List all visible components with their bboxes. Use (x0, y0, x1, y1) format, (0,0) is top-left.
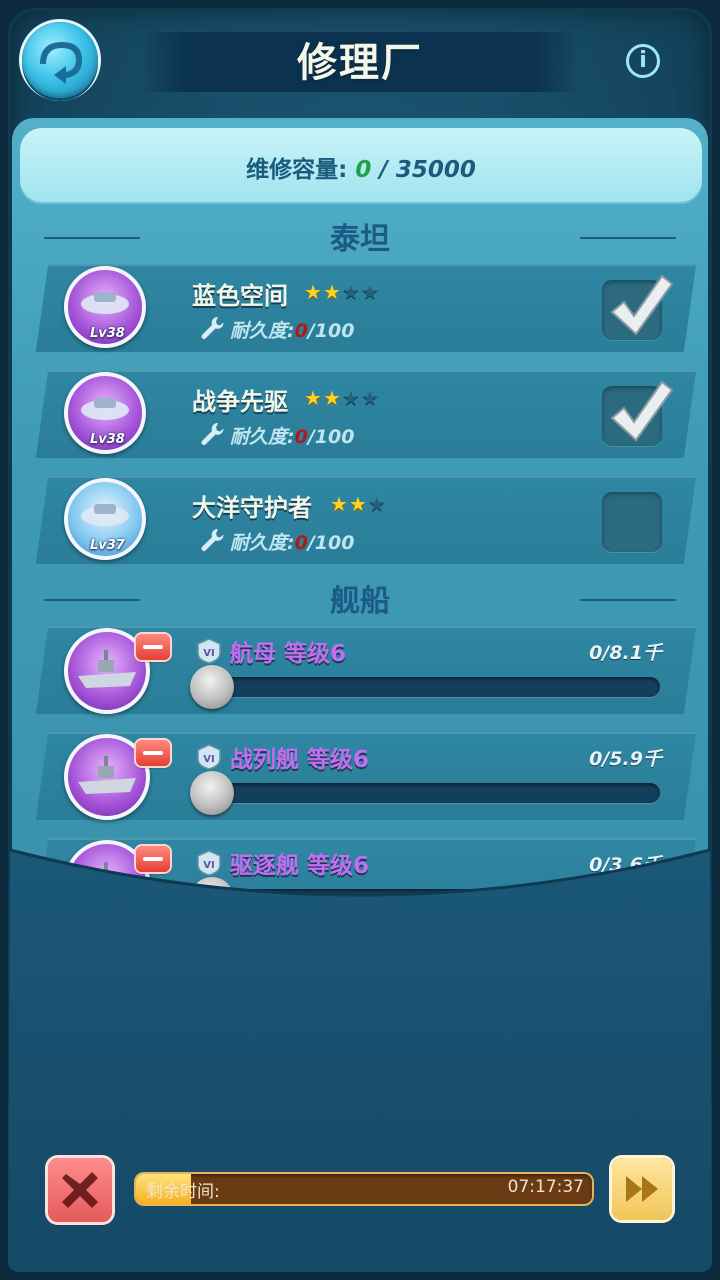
ship-name: 航母 等级6 (230, 641, 347, 667)
ship-slider-handle[interactable] (190, 665, 234, 709)
titan-level: Lv38 (90, 432, 125, 447)
durability-label: 耐久度: (230, 320, 295, 342)
section-ships-heading: 舰船 (330, 584, 390, 619)
info-button[interactable]: i (626, 44, 660, 78)
durability-max: /100 (307, 320, 355, 342)
star-icon: ★ (330, 492, 349, 516)
capacity-box: 维修容量: 0 / 35000 (20, 128, 702, 204)
titan-stars: ★★★★ (304, 386, 380, 410)
warship-icon (78, 650, 136, 688)
titan-checkbox[interactable] (602, 380, 674, 446)
star-icon: ★ (304, 386, 323, 410)
remaining-time-bar: 剩余时间: 07:17:37 (136, 1174, 592, 1204)
titan-level: Lv37 (90, 538, 125, 553)
ship-count: 0/5.9千 (572, 744, 662, 771)
ship-count-max: /8.1千 (602, 642, 662, 664)
ship-quantity-slider[interactable] (194, 677, 660, 697)
speed-up-button[interactable] (612, 1158, 672, 1220)
titan-checkbox[interactable] (602, 274, 674, 340)
rank-badge-icon: VI (197, 638, 221, 664)
titan-avatar: Lv38 (64, 266, 146, 348)
ship-name: 战列舰 等级6 (230, 747, 370, 773)
rank-badge-icon: VI (197, 744, 221, 770)
close-icon (62, 1172, 98, 1208)
durability-current: 0 (294, 532, 308, 554)
fast-forward-icon (626, 1176, 658, 1202)
titan-name: 蓝色空间 (192, 282, 288, 310)
durability-max: /100 (307, 532, 355, 554)
wrench-icon (201, 316, 224, 339)
wrench-icon (201, 422, 224, 445)
section-divider (580, 599, 676, 601)
titan-stars: ★★★ (330, 492, 387, 516)
durability-current: 0 (294, 426, 308, 448)
ship-count-current: 0 (589, 748, 603, 770)
checkmark-icon (610, 380, 674, 442)
durability-max: /100 (307, 426, 355, 448)
capacity-separator: / (371, 157, 396, 183)
warship-icon (78, 756, 136, 794)
durability: 耐久度:0/100 (230, 528, 354, 555)
capacity-max: 35000 (395, 157, 476, 183)
capacity-current: 0 (355, 157, 372, 183)
section-titans-heading: 泰坦 (330, 222, 390, 257)
svg-text:VI: VI (203, 754, 214, 765)
star-icon: ★ (348, 492, 368, 516)
titan-name: 大洋守护者 (192, 494, 312, 522)
cancel-repair-button[interactable] (48, 1158, 112, 1222)
star-icon: ★ (341, 280, 361, 304)
page-title: 修理厂 (297, 40, 423, 86)
titan-checkbox[interactable] (602, 492, 662, 552)
titan-level: Lv38 (90, 326, 125, 341)
remove-ship-button[interactable] (136, 740, 170, 766)
star-icon: ★ (360, 280, 380, 304)
durability-label: 耐久度: (230, 532, 295, 554)
durability: 耐久度:0/100 (230, 316, 354, 343)
wrench-icon (201, 528, 224, 551)
ship-count-current: 0 (589, 642, 603, 664)
checkmark-icon (610, 274, 674, 336)
remove-ship-button[interactable] (136, 634, 170, 660)
star-icon: ★ (304, 280, 323, 304)
capacity-label: 维修容量: (246, 157, 348, 183)
durability-current: 0 (294, 320, 308, 342)
titan-avatar: Lv38 (64, 372, 146, 454)
titan-avatar: Lv37 (64, 478, 146, 560)
remaining-time-label: 剩余时间: (146, 1182, 220, 1202)
star-icon: ★ (360, 386, 380, 410)
ship-count-max: /5.9千 (602, 748, 662, 770)
durability-label: 耐久度: (230, 426, 295, 448)
repair-panel: 维修容量: 0 / 35000 泰坦 Lv38 蓝色空间 ★★★★ 耐久度:0/… (12, 118, 708, 918)
durability: 耐久度:0/100 (230, 422, 354, 449)
titan-name: 战争先驱 (192, 388, 288, 416)
titan-stars: ★★★★ (304, 280, 380, 304)
star-icon: ★ (322, 386, 342, 410)
ship-count: 0/8.1千 (572, 638, 662, 665)
info-icon: i (639, 48, 647, 73)
star-icon: ★ (322, 280, 342, 304)
ship-slider-handle[interactable] (190, 771, 234, 815)
ship-quantity-slider[interactable] (194, 783, 660, 803)
section-divider (580, 237, 676, 239)
remaining-time-value: 07:17:37 (507, 1177, 584, 1197)
svg-text:VI: VI (203, 648, 214, 659)
capacity-text: 维修容量: 0 / 35000 (20, 150, 702, 184)
star-icon: ★ (341, 386, 361, 410)
star-icon: ★ (367, 492, 387, 516)
